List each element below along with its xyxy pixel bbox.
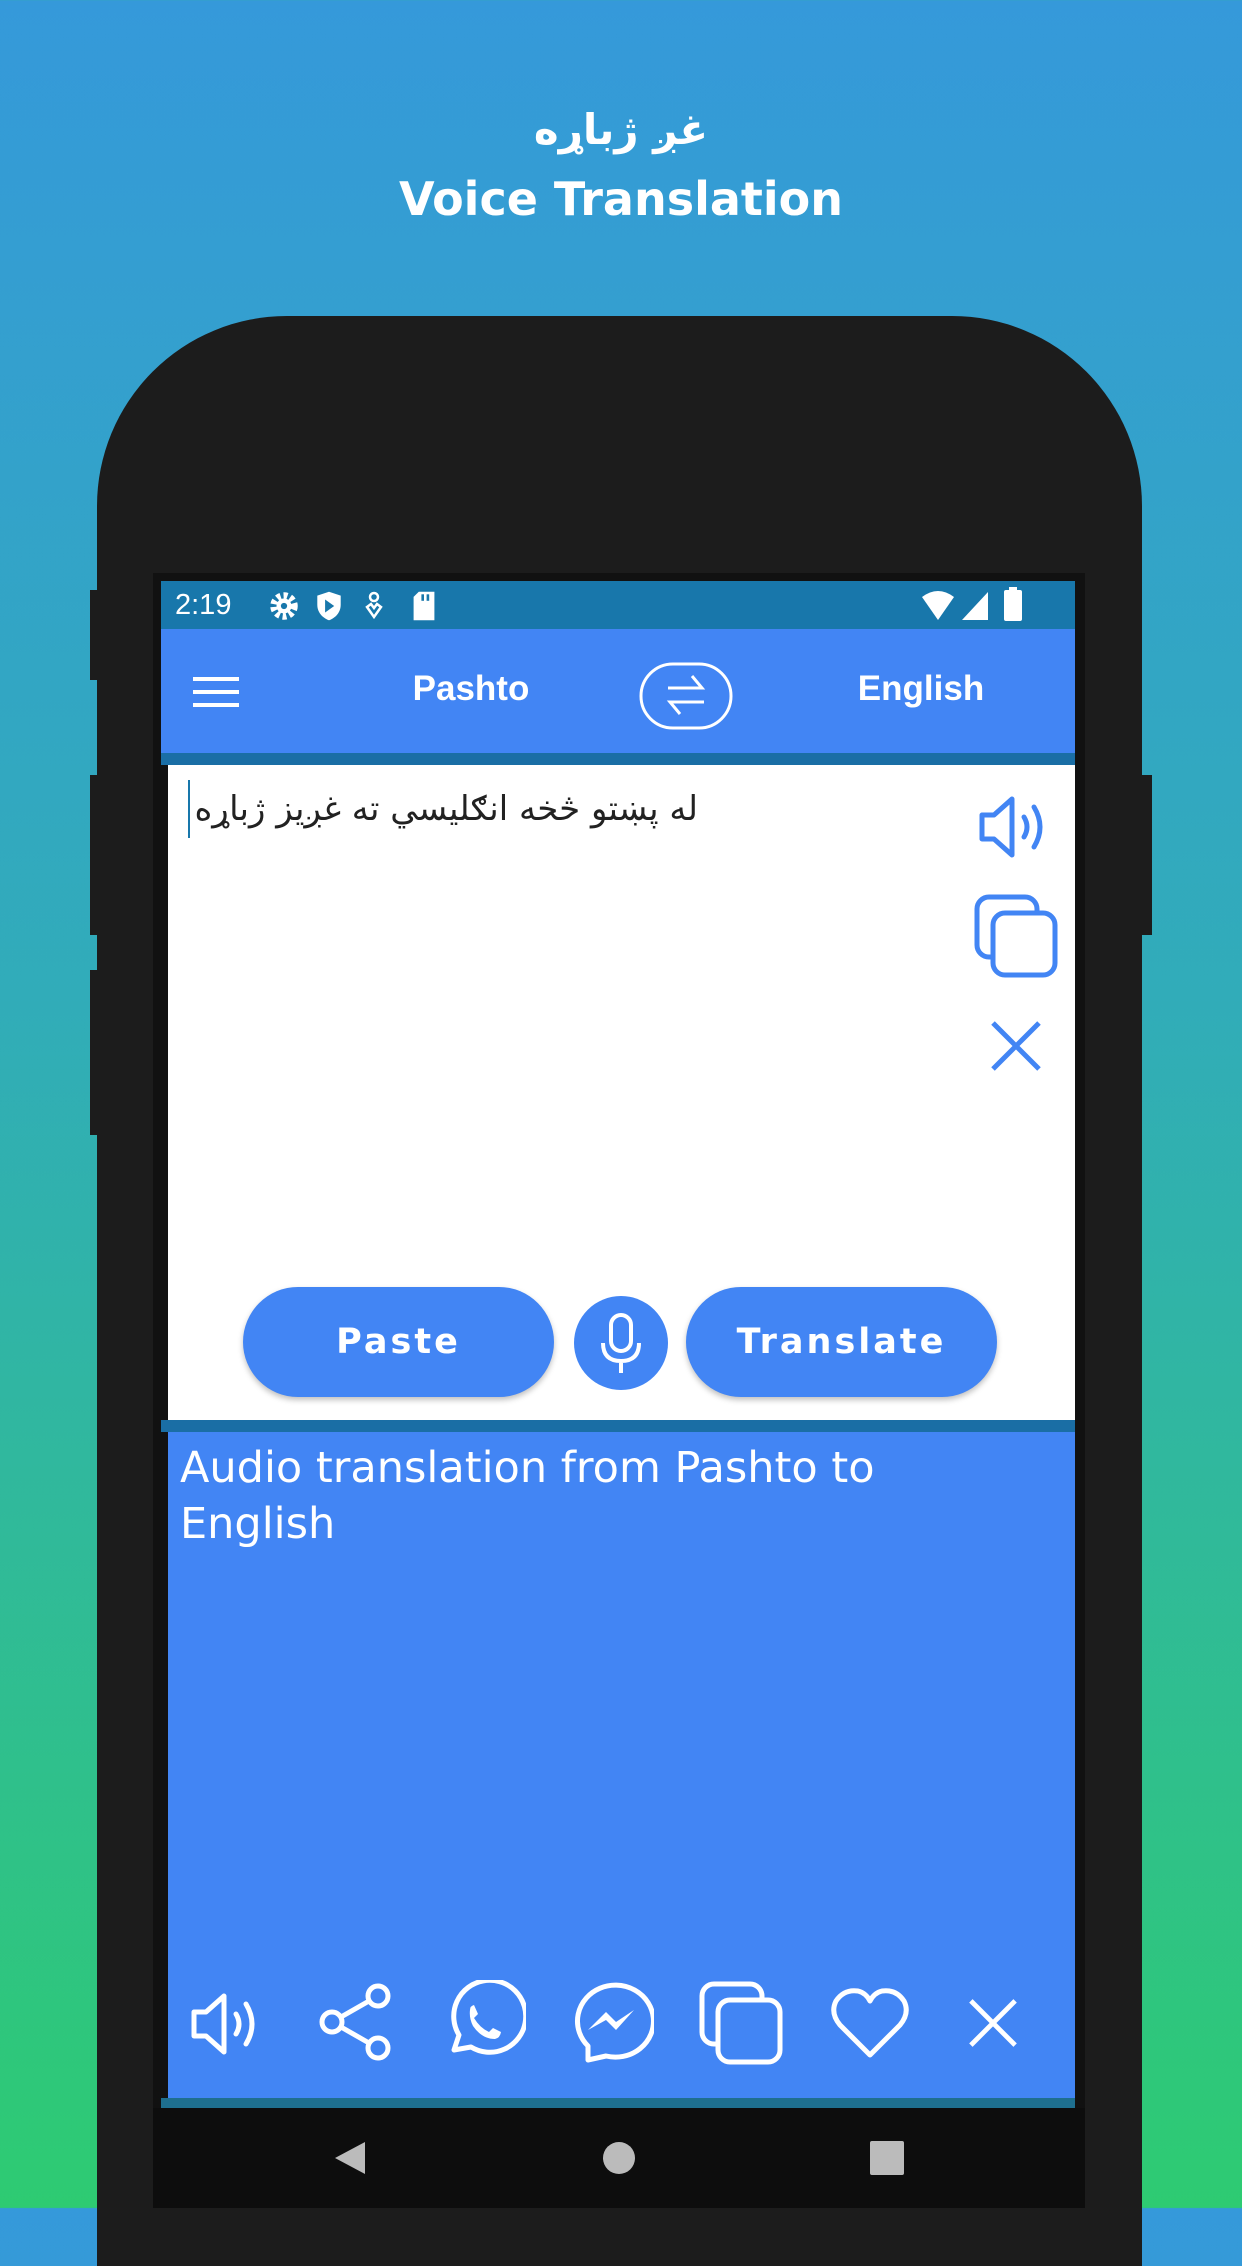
microphone-icon[interactable] bbox=[573, 1295, 669, 1391]
phone-screen: 2:19 Pashto English له پښتو څخه انګلیسي … bbox=[153, 573, 1085, 2208]
speaker-icon[interactable] bbox=[978, 795, 1054, 859]
signal-icon bbox=[962, 592, 988, 620]
clear-output-icon[interactable] bbox=[968, 1998, 1018, 2048]
shield-play-icon bbox=[317, 591, 341, 621]
promo-title-pashto: غږ ژباړه bbox=[533, 105, 709, 154]
phone-side-button bbox=[90, 590, 100, 680]
source-language-button[interactable]: Pashto bbox=[361, 669, 581, 709]
status-time: 2:19 bbox=[175, 589, 232, 621]
copy-icon[interactable] bbox=[698, 1980, 784, 2066]
phone-side-button bbox=[1142, 775, 1152, 935]
swap-arrows-icon[interactable] bbox=[638, 644, 734, 740]
copy-icon[interactable] bbox=[973, 893, 1059, 979]
paste-button[interactable]: Paste bbox=[243, 1287, 554, 1397]
heart-icon[interactable] bbox=[830, 1987, 910, 2059]
battery-icon bbox=[1004, 587, 1022, 621]
whatsapp-icon[interactable] bbox=[440, 1980, 526, 2066]
clear-input-icon[interactable] bbox=[990, 1020, 1042, 1072]
hamburger-icon[interactable] bbox=[193, 677, 239, 707]
wifi-icon bbox=[922, 591, 954, 620]
translation-output-panel: Audio translation from Pashto to English bbox=[168, 1432, 1075, 2098]
navigation-bar bbox=[153, 2108, 1085, 2208]
back-icon[interactable] bbox=[333, 2140, 367, 2176]
location-icon bbox=[365, 591, 383, 620]
speaker-icon[interactable] bbox=[190, 1992, 266, 2056]
translate-button[interactable]: Translate bbox=[686, 1287, 997, 1397]
phone-side-button bbox=[90, 970, 100, 1135]
messenger-icon[interactable] bbox=[568, 1980, 654, 2066]
gear-icon bbox=[270, 592, 298, 620]
source-text-input[interactable]: له پښتو څخه انګلیسي ته غږیز ژباړه bbox=[188, 780, 698, 838]
toolbar: Pashto English bbox=[161, 629, 1075, 753]
phone-side-button bbox=[90, 775, 100, 935]
home-icon[interactable] bbox=[602, 2141, 636, 2175]
target-language-button[interactable]: English bbox=[811, 669, 1031, 709]
divider bbox=[161, 2098, 1075, 2108]
divider bbox=[161, 1420, 1075, 1432]
status-bar: 2:19 bbox=[161, 581, 1075, 629]
divider bbox=[161, 753, 1075, 765]
share-icon[interactable] bbox=[316, 1982, 396, 2062]
promo-title-english: Voice Translation bbox=[398, 172, 844, 226]
sd-card-icon bbox=[413, 591, 435, 621]
translation-output-text: Audio translation from Pashto to English bbox=[180, 1443, 875, 1549]
recents-icon[interactable] bbox=[870, 2141, 904, 2175]
